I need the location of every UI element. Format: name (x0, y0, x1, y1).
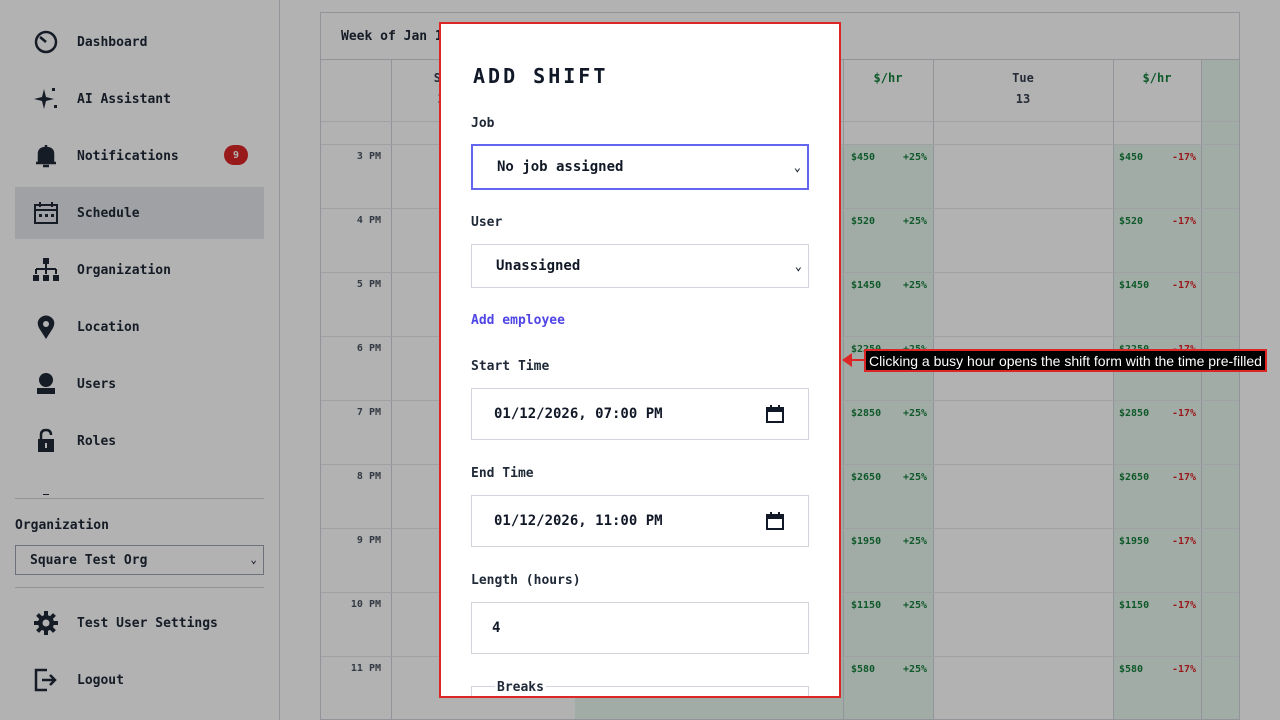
end-time-value: 01/12/2026, 11:00 PM (494, 513, 663, 529)
calendar-picker-icon[interactable] (766, 405, 784, 423)
start-time-value: 01/12/2026, 07:00 PM (494, 406, 663, 422)
user-select-value: Unassigned (496, 258, 581, 274)
callout-line (850, 359, 864, 361)
start-time-label: Start Time (471, 359, 550, 374)
chevron-down-icon: ⌄ (794, 259, 802, 273)
start-time-input[interactable]: 01/12/2026, 07:00 PM (471, 388, 809, 440)
calendar-picker-icon[interactable] (766, 512, 784, 530)
length-label: Length (hours) (471, 573, 581, 588)
modal-title: ADD SHIFT (473, 64, 609, 88)
user-label: User (471, 215, 503, 230)
job-select-value: No job assigned (497, 159, 624, 175)
job-label: Job (471, 116, 495, 131)
length-value: 4 (492, 620, 501, 636)
end-time-input[interactable]: 01/12/2026, 11:00 PM (471, 495, 809, 547)
chevron-down-icon: ⌄ (793, 160, 801, 174)
user-select[interactable]: Unassigned ⌄ (471, 244, 809, 288)
length-input[interactable]: 4 (471, 602, 809, 654)
add-employee-link[interactable]: Add employee (471, 313, 565, 328)
breaks-legend: Breaks (495, 680, 546, 695)
annotation-callout: Clicking a busy hour opens the shift for… (864, 349, 1267, 372)
end-time-label: End Time (471, 466, 534, 481)
job-select[interactable]: No job assigned ⌄ (471, 144, 809, 190)
add-shift-modal: ADD SHIFT Job No job assigned ⌄ User Una… (439, 22, 841, 698)
